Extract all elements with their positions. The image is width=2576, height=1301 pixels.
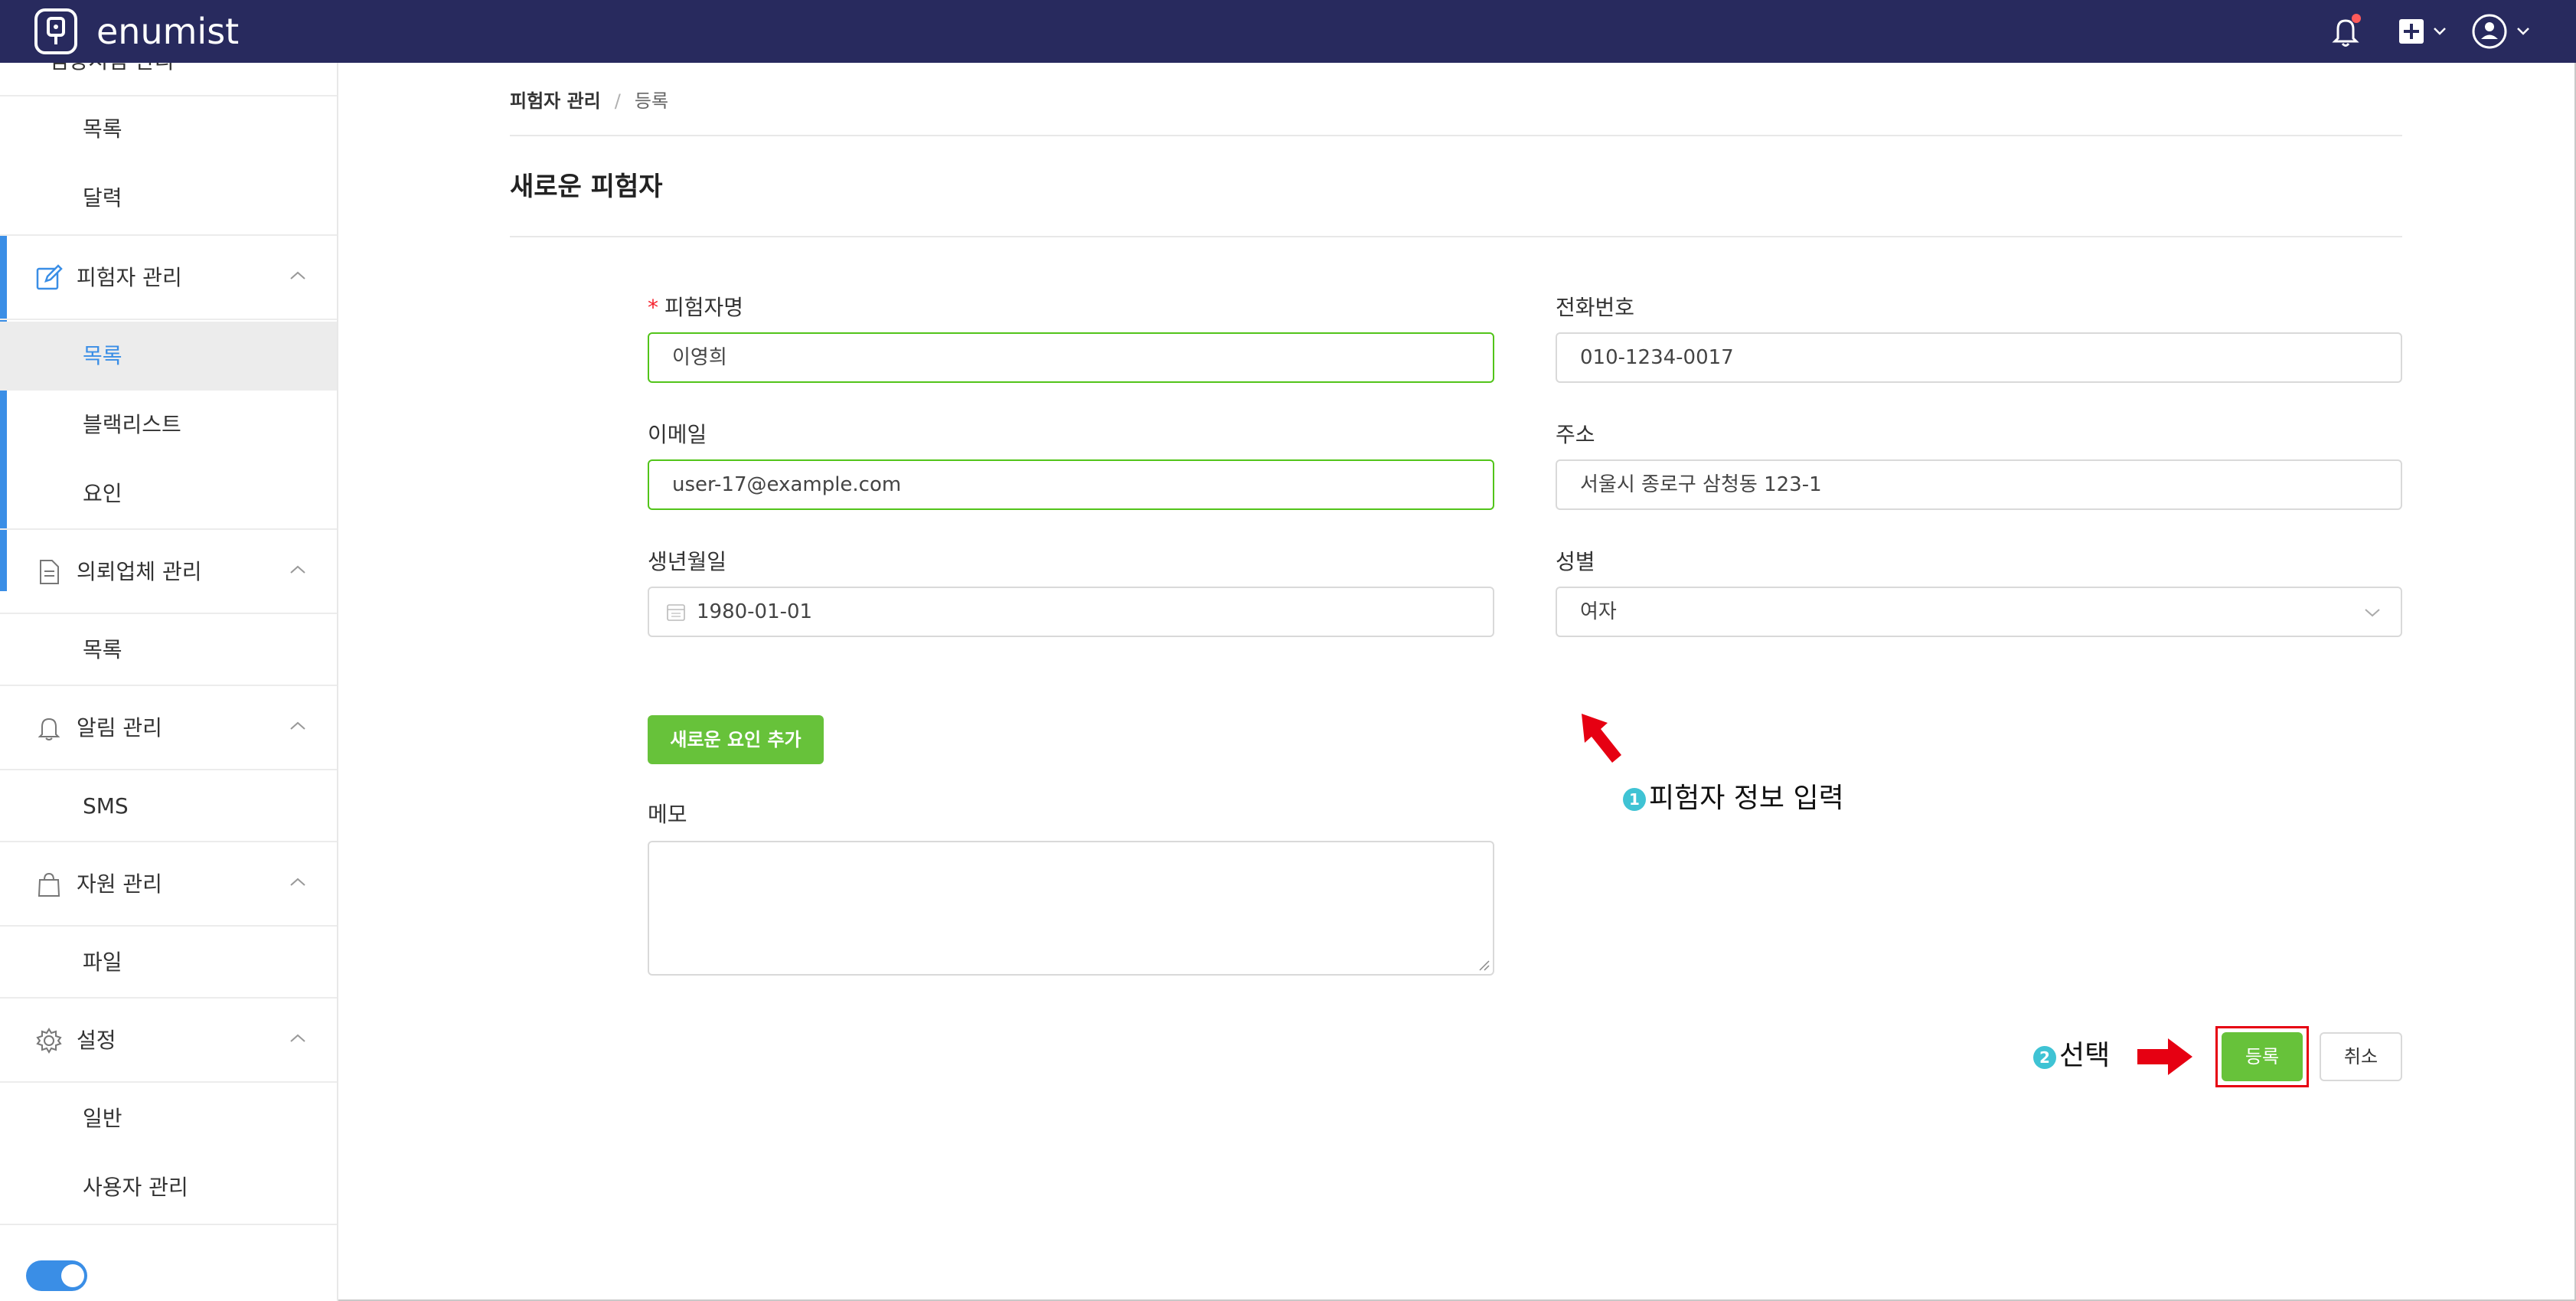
memo-textarea[interactable] [648, 841, 1494, 976]
sidebar-item-label: 요인 [83, 481, 122, 506]
cancel-button[interactable]: 취소 [2320, 1032, 2402, 1081]
sidebar-group-notifications[interactable]: 알림 관리 [0, 686, 337, 770]
divider [510, 236, 2402, 237]
annotation-arrow-icon [1582, 714, 1621, 763]
address-label: 주소 [1556, 422, 1595, 447]
birth-label: 생년월일 [648, 549, 727, 574]
sidebar-item-subjects-list[interactable]: 목록 [0, 322, 337, 391]
top-bar: enumist [0, 0, 2576, 63]
divider [510, 135, 2402, 136]
name-label: * 피험자명 [648, 293, 743, 323]
required-mark: * [648, 295, 658, 320]
email-label: 이메일 [648, 422, 707, 447]
sidebar-group-sponsors[interactable]: 의뢰업체 관리 [0, 530, 337, 614]
sidebar-item-label: 목록 [83, 116, 122, 142]
sidebar-group-label: 의뢰업체 관리 [77, 559, 202, 584]
sidebar-item-factors[interactable]: 요인 [0, 459, 337, 528]
window-frame [0, 0, 2576, 1301]
edit-icon [36, 264, 63, 290]
bag-icon [38, 872, 60, 897]
sidebar-group-label: 설정 [77, 1028, 116, 1053]
chevron-up-icon [290, 565, 305, 574]
gear-icon [36, 1028, 62, 1054]
plus-square-icon[interactable] [2398, 14, 2453, 49]
annotation-badge: 1 [1623, 788, 1646, 811]
sidebar: 임상시험 관리 목록 달력 피험자 관리 목록 블랙리스트 요인 의뢰업체 관리 [0, 63, 338, 1301]
gender-select-value: 여자 [1580, 600, 1617, 623]
sidebar-item-label: 달력 [83, 185, 122, 211]
sidebar-item-sponsors-list[interactable]: 목록 [0, 616, 337, 685]
document-icon [40, 560, 59, 584]
email-input-value: user-17@example.com [672, 473, 902, 496]
sidebar-group-resources[interactable]: 자원 관리 [0, 842, 337, 927]
app-name[interactable]: enumist [96, 8, 239, 55]
sidebar-item-clinical-list[interactable]: 목록 [0, 95, 337, 164]
sidebar-group-label: 자원 관리 [77, 871, 162, 897]
sidebar-item-general[interactable]: 일반 [0, 1084, 337, 1153]
sidebar-item-files[interactable]: 파일 [0, 928, 337, 997]
sidebar-item-calendar[interactable]: 달력 [0, 164, 337, 233]
sidebar-item-label: 일반 [83, 1106, 122, 1131]
calendar-icon [667, 604, 685, 621]
sidebar-item-label: 목록 [83, 343, 122, 368]
phone-label: 전화번호 [1556, 295, 1635, 320]
chevron-up-icon [290, 271, 305, 279]
breadcrumb-parent[interactable]: 피험자 관리 [510, 90, 601, 112]
annotation-text: 피험자 정보 입력 [1649, 783, 1844, 814]
birthdate-value: 1980-01-01 [697, 600, 813, 623]
email-input[interactable]: user-17@example.com [648, 459, 1494, 510]
annotation-arrow-icon [2137, 1038, 2192, 1075]
sidebar-group-settings[interactable]: 설정 [0, 999, 337, 1083]
resize-handle-icon[interactable] [1477, 959, 1490, 971]
add-factor-button[interactable]: 새로운 요인 추가 [648, 715, 824, 764]
sidebar-item-label: 블랙리스트 [83, 412, 181, 437]
name-label-text: 피험자명 [664, 295, 744, 320]
sidebar-item-label: 사용자 관리 [83, 1175, 188, 1200]
phone-input[interactable]: 010-1234-0017 [1556, 332, 2402, 383]
gender-label: 성별 [1556, 549, 1595, 574]
sidebar-group-label: 피험자 관리 [77, 265, 182, 290]
breadcrumb-current: 등록 [634, 90, 669, 112]
sidebar-item-user-management[interactable]: 사용자 관리 [0, 1153, 337, 1222]
annotation-text: 선택 [2059, 1040, 2111, 1071]
annotation-badge: 2 [2033, 1046, 2056, 1069]
logo-icon[interactable] [34, 8, 78, 55]
sidebar-item-blacklist[interactable]: 블랙리스트 [0, 391, 337, 459]
address-input[interactable]: 서울시 종로구 삼청동 123-1 [1556, 459, 2402, 510]
bell-icon[interactable] [2330, 14, 2361, 49]
sidebar-group-label: 알림 관리 [77, 715, 162, 740]
submit-button[interactable]: 등록 [2222, 1032, 2303, 1081]
chevron-up-icon [290, 1034, 305, 1042]
sidebar-collapse-toggle[interactable] [26, 1260, 87, 1291]
chevron-down-icon [2365, 609, 2380, 617]
sidebar-item-sms[interactable]: SMS [0, 772, 337, 841]
sidebar-group-partial-label[interactable]: 임상시험 관리 [49, 63, 174, 77]
birthdate-picker[interactable]: 1980-01-01 [648, 587, 1494, 637]
breadcrumb: 피험자 관리 / 등록 [510, 87, 668, 115]
name-input-value: 이영희 [672, 346, 727, 369]
breadcrumb-separator: / [614, 90, 621, 112]
sidebar-item-label: SMS [83, 793, 129, 819]
page-title: 새로운 피험자 [510, 172, 663, 202]
phone-input-value: 010-1234-0017 [1580, 346, 1734, 369]
name-input[interactable]: 이영희 [648, 332, 1494, 383]
sidebar-item-label: 파일 [83, 950, 122, 975]
memo-label: 메모 [648, 802, 687, 827]
sidebar-group-subjects[interactable]: 피험자 관리 [0, 236, 337, 320]
gender-select[interactable]: 여자 [1556, 587, 2402, 637]
chevron-up-icon [290, 878, 305, 886]
toggle-knob [61, 1264, 84, 1287]
bell-icon [38, 718, 60, 740]
sidebar-item-label: 목록 [83, 637, 122, 662]
chevron-up-icon [290, 721, 305, 730]
user-circle-icon[interactable] [2471, 14, 2535, 49]
address-input-value: 서울시 종로구 삼청동 123-1 [1580, 473, 1822, 496]
